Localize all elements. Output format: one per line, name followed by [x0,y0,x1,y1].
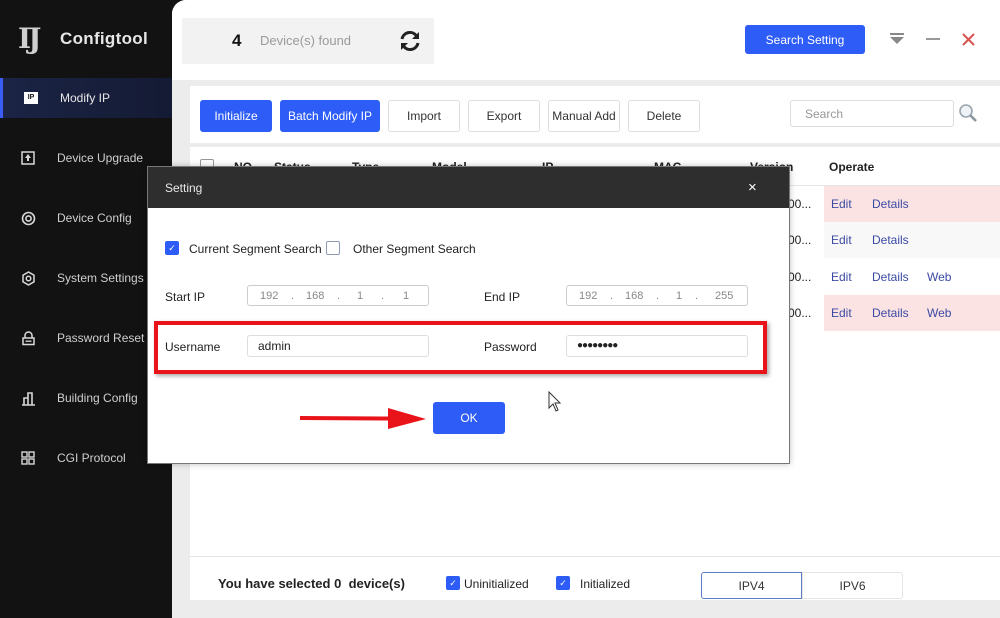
initialize-button[interactable]: Initialize [200,100,272,132]
ip-dot: . [291,290,295,302]
selected-prefix: You have selected [218,576,331,591]
ip-dot: . [337,290,341,302]
sidebar-item-label: Modify IP [60,91,111,105]
target-icon [20,210,36,226]
version-cell: 00... [788,233,812,247]
start-ip-field[interactable]: 192 . 168 . 1 . 1 [247,285,429,306]
device-found-box: 4 Device(s) found [182,18,434,64]
ipv4-tab[interactable]: IPV4 [701,572,802,599]
end-ip-field[interactable]: 192 . 168 . 1 . 255 [566,285,748,306]
ipv6-tab[interactable]: IPV6 [802,572,903,599]
sidebar-item-label: Device Config [57,211,132,225]
annotation-highlight-box [154,321,767,374]
sidebar-item-label: Device Upgrade [57,151,144,165]
selected-suffix: device(s) [348,576,405,591]
version-cell: 00... [788,197,812,211]
operate-cell: Edit Details Web [824,259,1000,295]
app-logo: IJ Configtool [18,22,148,56]
dropdown-menu-icon[interactable] [887,28,907,50]
sidebar-item-label: Password Reset [57,331,145,345]
ip-octet: 168 [625,290,644,302]
ip-octet: 255 [715,290,734,302]
ip-octet: 1 [676,290,683,302]
details-link[interactable]: Details [872,233,909,247]
dialog-close-icon[interactable]: × [748,179,757,196]
uninitialized-checkbox[interactable]: ✓ [446,576,460,590]
ok-button[interactable]: OK [433,402,505,434]
sidebar-item-label: System Settings [57,271,144,285]
refresh-icon[interactable] [397,28,423,54]
hexagon-gear-icon [20,270,36,286]
details-link[interactable]: Details [872,306,909,320]
start-ip-label: Start IP [165,290,206,304]
close-icon[interactable] [958,28,978,50]
app-name: Configtool [60,29,148,48]
ip-octet: 1 [403,290,410,302]
grid-icon [20,450,36,466]
minimize-icon[interactable] [923,28,943,50]
search-icon[interactable] [958,103,978,123]
ip-dot: . [381,290,385,302]
operate-cell: Edit Details [824,222,1000,258]
batch-modify-ip-button[interactable]: Batch Modify IP [280,100,380,132]
top-bar: 4 Device(s) found Search Setting [172,0,1000,80]
version-cell: 00... [788,270,812,284]
initialized-checkbox[interactable]: ✓ [556,576,570,590]
other-segment-label: Other Segment Search [353,242,476,256]
sidebar-item-modify-ip[interactable]: IP Modify IP [0,78,180,118]
search-setting-button[interactable]: Search Setting [745,25,865,54]
ip-octet: 1 [357,290,364,302]
device-count: 4 [232,31,242,50]
initialized-label: Initialized [580,577,631,591]
ip-dot: . [610,290,614,302]
export-button[interactable]: Export [468,100,540,132]
operate-cell: Edit Details Web [824,295,1000,331]
sidebar-item-label: CGI Protocol [57,451,126,465]
dialog-title: Setting [165,181,203,195]
divider [190,143,1000,147]
edit-link[interactable]: Edit [831,233,852,247]
column-header: Operate [829,160,875,174]
edit-link[interactable]: Edit [831,197,852,211]
edit-link[interactable]: Edit [831,306,852,320]
sidebar-item-label: Building Config [57,391,138,405]
version-cell: 00... [788,306,812,320]
details-link[interactable]: Details [872,197,909,211]
dialog-header: Setting × [148,167,789,208]
edit-link[interactable]: Edit [831,270,852,284]
lock-icon [20,330,36,346]
current-segment-label: Current Segment Search [189,242,322,256]
setting-dialog: Setting × ✓ Current Segment Search Other… [147,166,790,464]
upload-icon [20,150,36,166]
device-found-label: Device(s) found [260,33,352,48]
ip-octet: 168 [306,290,325,302]
search-input[interactable] [790,100,954,127]
other-segment-checkbox[interactable] [326,241,340,255]
selected-count: 0 [334,576,342,591]
ip-icon: IP [23,90,39,106]
ip-octet: 192 [579,290,598,302]
building-icon [20,390,36,406]
uninitialized-label: Uninitialized [464,577,529,591]
current-segment-checkbox[interactable]: ✓ [165,241,179,255]
ip-octet: 192 [260,290,279,302]
operate-cell: Edit Details [824,186,1000,222]
delete-button[interactable]: Delete [628,100,700,132]
end-ip-label: End IP [484,290,521,304]
mouse-cursor-icon [548,391,562,412]
logo-icon: IJ [18,22,41,55]
details-link[interactable]: Details [872,270,909,284]
import-button[interactable]: Import [388,100,460,132]
manual-add-button[interactable]: Manual Add [548,100,620,132]
ip-dot: . [656,290,660,302]
annotation-arrow-icon [299,408,426,429]
web-link[interactable]: Web [927,270,951,284]
web-link[interactable]: Web [927,306,951,320]
ip-dot: . [695,290,699,302]
selected-count-text: You have selected 0 device(s) [218,576,405,591]
